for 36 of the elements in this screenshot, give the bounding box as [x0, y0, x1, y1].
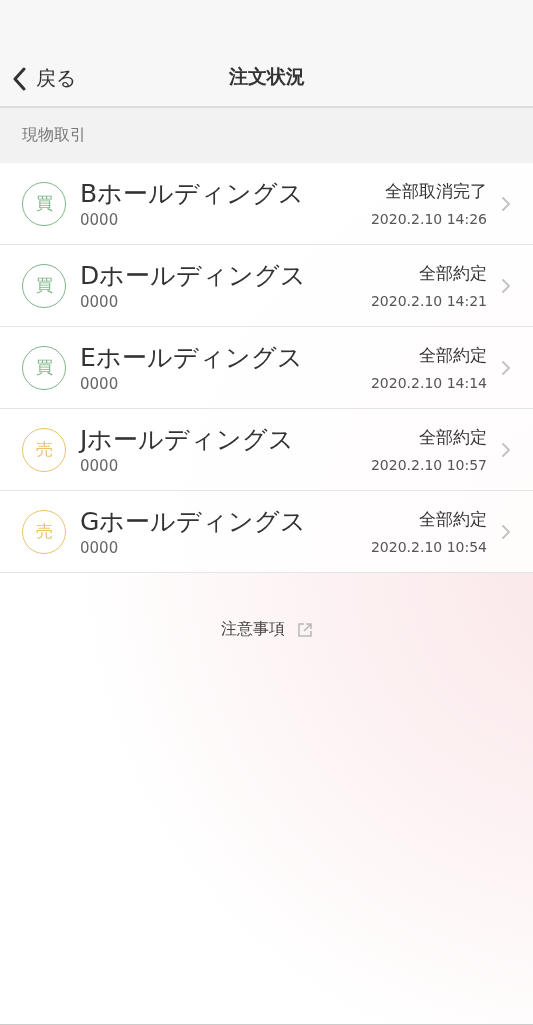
back-chevron-icon: [12, 66, 26, 91]
chevron-right-icon: [501, 523, 511, 540]
chevron-right-icon: [501, 441, 511, 458]
order-status: 全部取消完了: [385, 180, 487, 203]
screen-title: 注文状況: [228, 64, 305, 89]
order-row[interactable]: 買 Bホールディングス 0000 全部取消完了 2020.2.10 14:26: [0, 163, 533, 245]
external-link-icon: [296, 621, 313, 638]
order-row[interactable]: 買 Eホールディングス 0000 全部約定 2020.2.10 14:14: [0, 327, 533, 409]
chevron-right-icon: [501, 359, 511, 376]
section-title: 現物取引: [22, 125, 86, 146]
stock-name: Bホールディングス: [80, 178, 306, 211]
stock-name: Gホールディングス: [80, 506, 308, 539]
order-time: 2020.2.10 14:21: [370, 293, 487, 309]
stock-code: 0000: [80, 538, 120, 557]
order-status: 全部約定: [419, 262, 487, 285]
order-time: 2020.2.10 14:26: [370, 211, 487, 227]
stock-name: Jホールディングス: [80, 424, 296, 457]
chevron-right-icon: [501, 277, 511, 294]
order-status: 全部約定: [419, 508, 487, 531]
stock-name: Dホールディングス: [80, 260, 308, 293]
notes-link[interactable]: 注意事項: [220, 619, 285, 640]
order-row[interactable]: 売 Jホールディングス 0000 全部約定 2020.2.10 10:57: [0, 409, 533, 491]
order-row[interactable]: 売 Gホールディングス 0000 全部約定 2020.2.10 10:54: [0, 491, 533, 573]
stock-code: 0000: [80, 374, 120, 393]
order-time: 2020.2.10 10:54: [370, 539, 487, 555]
stock-code: 0000: [80, 210, 120, 229]
stock-code: 0000: [80, 292, 120, 311]
order-time: 2020.2.10 14:14: [370, 375, 487, 391]
order-status: 全部約定: [419, 426, 487, 449]
order-status: 全部約定: [419, 344, 487, 367]
chevron-right-icon: [501, 195, 511, 212]
stock-name: Eホールディングス: [80, 342, 304, 375]
back-button[interactable]: 戻る: [0, 65, 76, 92]
order-row[interactable]: 買 Dホールディングス 0000 全部約定 2020.2.10 14:21: [0, 245, 533, 327]
stock-code: 0000: [80, 456, 120, 475]
order-time: 2020.2.10 10:57: [370, 457, 487, 473]
